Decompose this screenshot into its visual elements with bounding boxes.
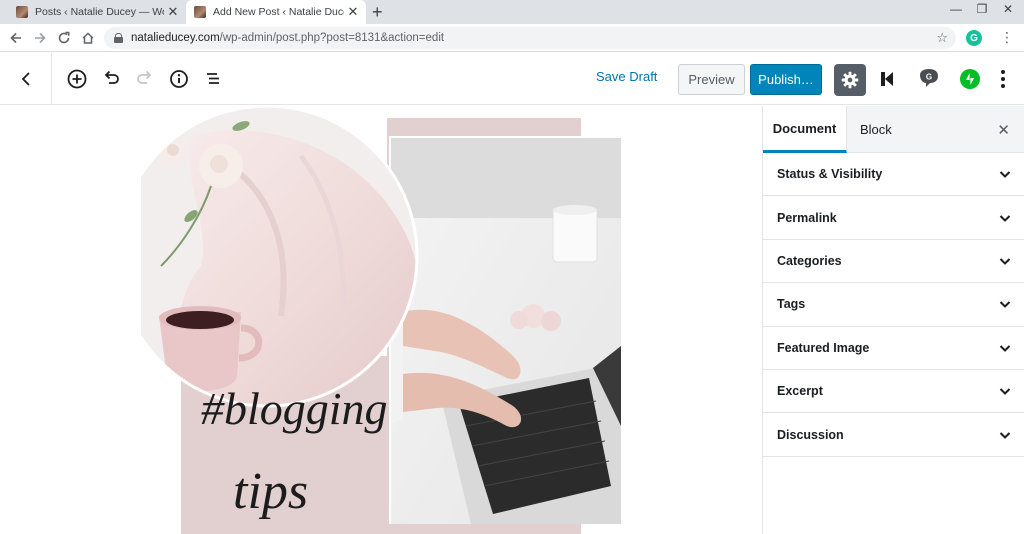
back-to-posts-button[interactable] (0, 53, 52, 105)
more-icon-dot (1001, 77, 1005, 81)
settings-button[interactable] (834, 64, 866, 96)
tips-script-text: tips (233, 463, 308, 520)
panel-excerpt[interactable]: Excerpt (763, 370, 1024, 414)
browser-toolbar: natalieducey.com /wp-admin/post.php?post… (0, 24, 1024, 52)
undo-button[interactable] (99, 67, 123, 91)
panel-status-visibility[interactable]: Status & Visibility (763, 153, 1024, 197)
tab-block[interactable]: Block (860, 106, 892, 153)
tab-close-icon[interactable]: ✕ (164, 4, 182, 20)
more-options-button[interactable] (998, 67, 1008, 91)
url-host: natalieducey.com (131, 32, 220, 44)
panel-title: Excerpt (777, 384, 823, 399)
panel-title: Discussion (777, 427, 844, 442)
minimize-icon[interactable]: — (948, 2, 964, 16)
panel-title: Status & Visibility (777, 167, 883, 182)
featured-image-block[interactable]: #blogging tips (141, 106, 621, 534)
panel-title: Tags (777, 297, 806, 312)
block-navigation-button[interactable] (201, 67, 225, 91)
undo-icon (104, 70, 119, 84)
grammarly-icon: G (920, 69, 938, 87)
laptop-photo (389, 136, 621, 524)
bookmark-star-icon[interactable]: ☆ (936, 30, 948, 46)
lock-icon (114, 33, 123, 43)
chevron-down-icon (999, 431, 1011, 439)
browser-tab-strip: Posts ‹ Natalie Ducey — WordPr ✕ Add New… (0, 0, 1024, 24)
site-favicon-icon (16, 6, 28, 18)
close-window-icon[interactable]: ✕ (1000, 2, 1016, 16)
panel-featured-image[interactable]: Featured Image (763, 327, 1024, 370)
redo-icon (137, 70, 152, 84)
back-arrow-icon[interactable] (6, 28, 26, 48)
kadence-blocks-button[interactable] (878, 69, 898, 89)
panel-tags[interactable]: Tags (763, 283, 1024, 327)
tab-title: Add New Post ‹ Natalie Ducey — (213, 6, 344, 18)
address-bar[interactable]: natalieducey.com /wp-admin/post.php?post… (104, 27, 956, 49)
panel-discussion[interactable]: Discussion (763, 413, 1024, 457)
chevron-down-icon (999, 388, 1011, 396)
panel-permalink[interactable]: Permalink (763, 196, 1024, 240)
sidebar-tabs: Document Block ✕ (763, 106, 1024, 153)
chevron-down-icon (999, 214, 1011, 222)
browser-tab-add-new-post[interactable]: Add New Post ‹ Natalie Ducey — ✕ (186, 0, 366, 24)
tab-title: Posts ‹ Natalie Ducey — WordPr (35, 6, 164, 18)
close-icon[interactable]: ✕ (997, 121, 1010, 139)
redo-button[interactable] (133, 67, 157, 91)
panel-title: Categories (777, 253, 842, 268)
panel-title: Permalink (777, 210, 837, 225)
add-block-button[interactable] (65, 67, 89, 91)
more-icon-dot (1001, 70, 1005, 74)
chrome-menu-icon[interactable]: ⋮ (1000, 29, 1014, 46)
list-outline-icon (207, 73, 219, 84)
chevron-down-icon (999, 258, 1011, 265)
browser-tab-posts[interactable]: Posts ‹ Natalie Ducey — WordPr ✕ (8, 0, 186, 24)
editor-header: Save Draft Preview Publish… G (0, 53, 1024, 105)
settings-sidebar: Document Block ✕ Status & Visibility Perm… (762, 106, 1024, 534)
jetpack-icon (966, 73, 974, 85)
publish-button[interactable]: Publish… (750, 64, 822, 95)
chevron-down-icon (999, 301, 1011, 309)
kadence-icon (881, 72, 893, 86)
editor-canvas[interactable]: #blogging tips (0, 106, 762, 534)
grammarly-plugin-button[interactable]: G (916, 67, 942, 91)
preview-button[interactable]: Preview (678, 64, 745, 95)
chevron-left-icon (21, 72, 30, 86)
plus-circle-icon (67, 69, 87, 89)
chevron-down-icon (999, 171, 1011, 179)
more-icon-dot (1001, 84, 1005, 88)
jetpack-button[interactable] (960, 69, 980, 89)
info-icon (170, 70, 188, 88)
panel-categories[interactable]: Categories (763, 240, 1024, 284)
gear-icon (841, 71, 859, 89)
new-tab-button[interactable]: + (372, 1, 383, 23)
tab-document[interactable]: Document (763, 106, 847, 153)
site-favicon-icon (194, 6, 206, 18)
document-panels: Status & Visibility Permalink Categories Ta… (763, 153, 1024, 457)
content-info-button[interactable] (167, 67, 191, 91)
home-icon[interactable] (78, 28, 98, 48)
reload-icon[interactable] (54, 28, 74, 48)
restore-icon[interactable]: ❐ (974, 2, 990, 16)
panel-title: Featured Image (777, 340, 870, 355)
url-path: /wp-admin/post.php?post=8131&action=edit (219, 32, 445, 44)
window-controls: — ❐ ✕ (948, 2, 1016, 16)
chevron-down-icon (999, 345, 1011, 352)
svg-text:G: G (926, 73, 932, 82)
forward-arrow-icon[interactable] (30, 28, 50, 48)
hashtag-script-text: #blogging (201, 383, 388, 434)
save-draft-button[interactable]: Save Draft (596, 69, 657, 84)
tab-close-icon[interactable]: ✕ (344, 4, 362, 20)
grammarly-extension-icon[interactable]: G (966, 30, 982, 46)
